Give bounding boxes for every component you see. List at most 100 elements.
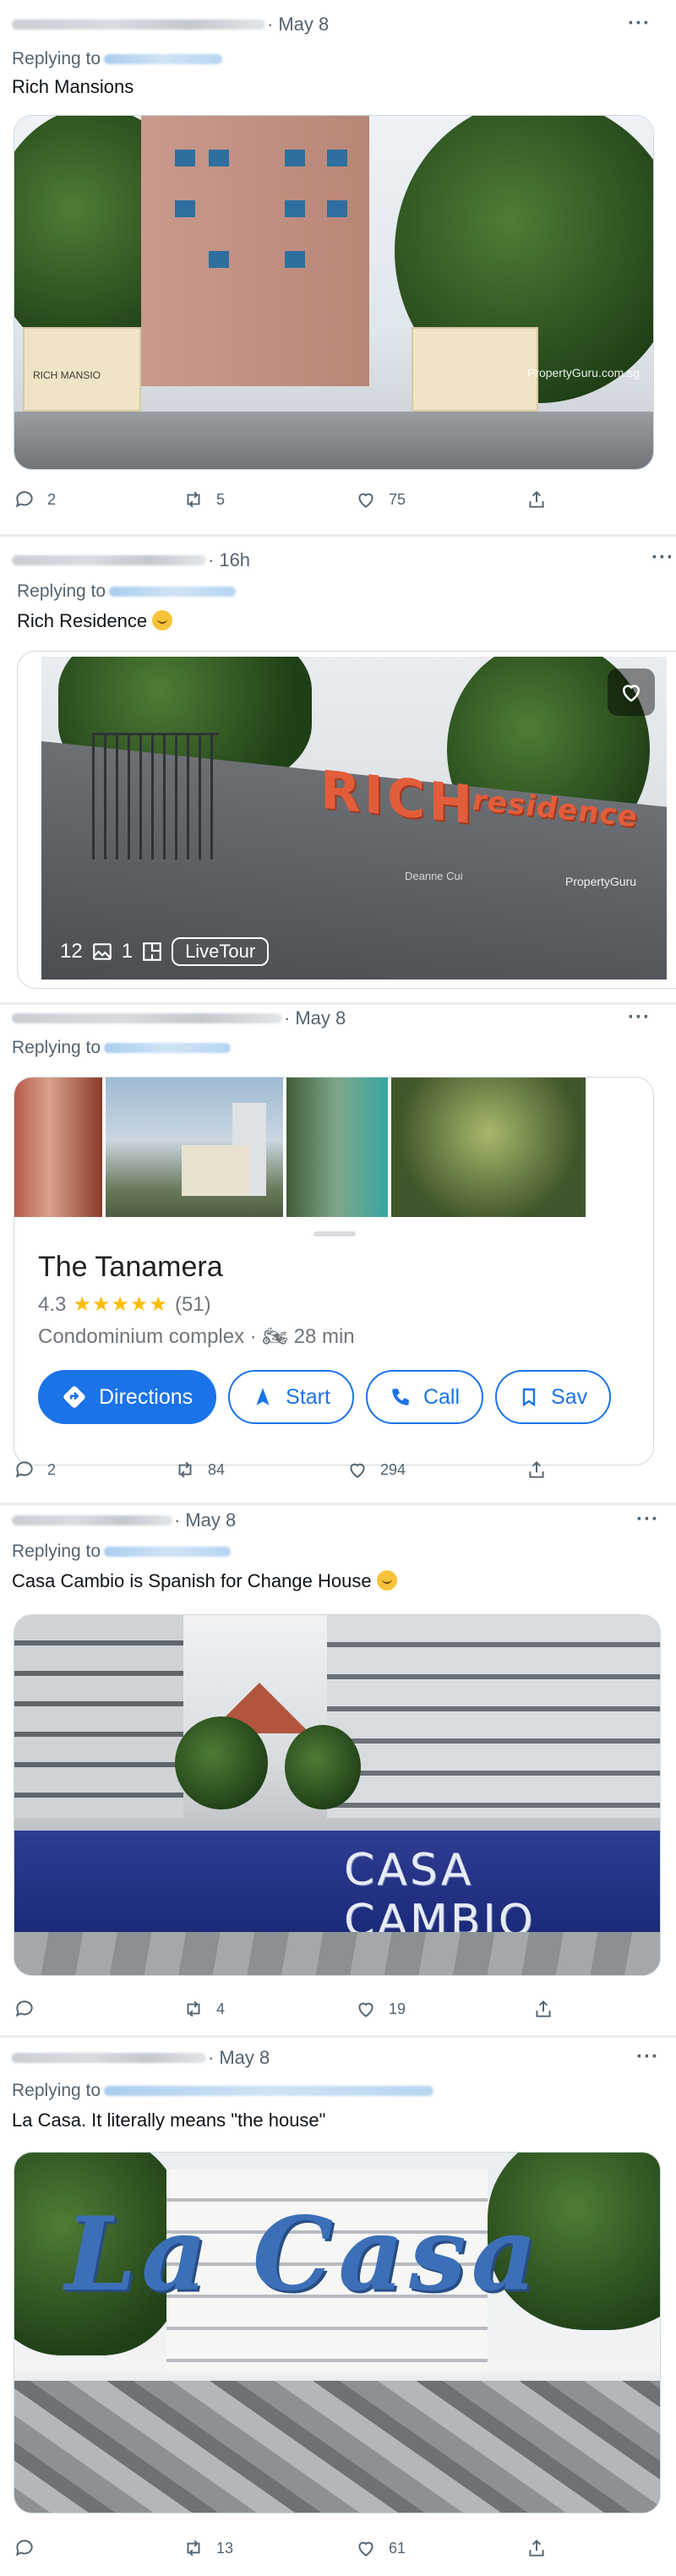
more-options-button[interactable]: ··· <box>628 12 651 35</box>
building-window <box>175 150 195 166</box>
reply-handle-redacted[interactable] <box>104 1547 232 1557</box>
share-button[interactable] <box>526 1459 548 1481</box>
replying-to: Replying to <box>12 2081 434 2101</box>
building-window <box>175 200 195 217</box>
timestamp[interactable]: May 8 <box>185 1509 236 1531</box>
separator-dot: · <box>284 1007 291 1029</box>
tweet-text: La Casa. It literally means "the house" <box>12 2109 326 2131</box>
tweet-photo[interactable]: La Casa <box>14 2152 661 2513</box>
like-button[interactable]: 75 <box>355 488 406 510</box>
tweet-divider <box>0 1503 676 1505</box>
place-photo-1[interactable] <box>14 1078 102 1217</box>
share-button[interactable] <box>526 488 548 510</box>
live-tour-button[interactable]: LiveTour <box>172 937 270 966</box>
timestamp[interactable]: 16h <box>219 549 250 571</box>
tweet-4[interactable]: · May 8 ··· Replying to Casa Cambio is S… <box>0 1506 676 2038</box>
building-window <box>327 200 347 217</box>
tweet-2[interactable]: · 16h ··· Replying to Rich Residence RIC… <box>0 538 676 1002</box>
tweet-photo[interactable]: RICH MANSIO PropertyGuru.com.sg <box>14 115 654 470</box>
retweet-button[interactable]: 13 <box>183 2537 233 2559</box>
like-icon <box>358 2002 373 2017</box>
separator-dot: · <box>249 1325 263 1348</box>
directions-label: Directions <box>99 1384 194 1409</box>
reply-count: 2 <box>47 490 57 508</box>
reply-handle-redacted[interactable] <box>104 2086 434 2096</box>
retweet-button[interactable]: 4 <box>183 1998 225 2020</box>
tweet-1[interactable]: · May 8 ··· Replying to Rich Mansions RI… <box>0 0 676 516</box>
save-label: Sav <box>551 1384 588 1409</box>
save-button[interactable]: Sav <box>495 1370 612 1424</box>
tweet-3[interactable]: · May 8 ··· Replying to The Tanamera 4.3… <box>0 1006 676 1487</box>
author-name-redacted <box>12 2053 206 2063</box>
reply-button[interactable] <box>14 2537 47 2559</box>
timestamp[interactable]: May 8 <box>219 2047 270 2069</box>
share-button[interactable] <box>526 2537 548 2559</box>
call-label: Call <box>422 1384 461 1409</box>
share-icon <box>529 2539 544 2557</box>
replying-to-label: Replying to <box>12 1542 101 1561</box>
like-button[interactable]: 294 <box>346 1459 406 1481</box>
tree <box>175 1716 268 1809</box>
more-options-button[interactable]: ··· <box>628 1006 651 1029</box>
retweet-count: 5 <box>216 490 226 508</box>
tweet-text-content: Casa Cambio is Spanish for Change House <box>12 1570 372 1591</box>
tweet-header: · May 8 <box>12 1007 346 1029</box>
directions-button[interactable]: Directions <box>38 1370 217 1424</box>
tweet-5[interactable]: · May 8 ··· Replying to La Casa. It lite… <box>0 2038 676 2576</box>
reply-button[interactable] <box>14 1998 47 2020</box>
place-photo-4[interactable] <box>391 1078 586 1217</box>
share-icon <box>529 490 544 508</box>
separator-dot: · <box>208 2047 215 2068</box>
floorplan-icon <box>143 942 161 961</box>
place-photos[interactable] <box>14 1078 653 1217</box>
retweet-icon <box>187 2000 200 2017</box>
like-count: 294 <box>380 1460 406 1478</box>
reply-handle-redacted[interactable] <box>109 587 237 597</box>
replying-to: Replying to <box>17 581 237 602</box>
timestamp[interactable]: May 8 <box>295 1007 346 1029</box>
gate-sign: RICH MANSIO <box>33 369 101 381</box>
building-window <box>285 200 305 217</box>
category-label: Condominium complex <box>38 1325 245 1348</box>
save-listing-button[interactable] <box>608 669 655 716</box>
timestamp[interactable]: May 8 <box>278 14 329 35</box>
place-photo-3[interactable] <box>286 1078 388 1217</box>
tweet-header: · May 8 <box>12 14 329 35</box>
retweet-icon <box>187 491 200 508</box>
reply-handle-redacted[interactable] <box>104 54 223 64</box>
call-button[interactable]: Call <box>365 1370 484 1424</box>
more-options-button[interactable]: ··· <box>636 2045 659 2069</box>
share-button[interactable] <box>532 1998 554 2020</box>
more-options-button[interactable]: ··· <box>636 1508 659 1531</box>
bookmark-icon <box>522 1388 536 1407</box>
building-right <box>327 1615 660 1818</box>
place-photo-2[interactable] <box>106 1078 283 1217</box>
motorbike-icon: 🏍 <box>262 1325 288 1348</box>
tweet-header: · May 8 <box>12 2047 270 2069</box>
reply-button[interactable]: 2 <box>14 1459 56 1481</box>
listing-photo[interactable]: RICH residence Deanne Cui PropertyGuru 1… <box>41 657 667 980</box>
directions-icon <box>63 1386 85 1408</box>
tweet-actions: 2 84 294 <box>0 1459 676 1484</box>
start-button[interactable]: Start <box>228 1370 354 1424</box>
like-button[interactable]: 61 <box>355 2537 406 2559</box>
review-count[interactable]: (51) <box>175 1293 211 1317</box>
tweet-photo[interactable]: CASA CAMBIO <box>14 1614 661 1976</box>
like-icon <box>350 1463 365 1478</box>
more-options-button[interactable]: ··· <box>651 546 674 570</box>
rating-value: 4.3 <box>38 1292 67 1316</box>
like-button[interactable]: 19 <box>355 1998 406 2020</box>
reply-handle-redacted[interactable] <box>104 1043 232 1053</box>
reply-count: 2 <box>47 1460 57 1478</box>
listing-card[interactable]: RICH residence Deanne Cui PropertyGuru 1… <box>17 651 676 989</box>
tweet-header: · 16h <box>12 549 250 571</box>
sheet-handle[interactable] <box>313 1231 356 1236</box>
retweet-button[interactable]: 5 <box>183 488 225 510</box>
retweet-button[interactable]: 84 <box>174 1459 225 1481</box>
photo-count: 12 <box>60 940 83 963</box>
tweet-header: · May 8 <box>12 1509 236 1531</box>
railing <box>92 733 219 860</box>
reply-button[interactable]: 2 <box>14 488 56 510</box>
google-maps-card[interactable]: The Tanamera 4.3 ★★★★★ (51) Condominium … <box>14 1077 654 1465</box>
heart-icon <box>622 685 641 702</box>
